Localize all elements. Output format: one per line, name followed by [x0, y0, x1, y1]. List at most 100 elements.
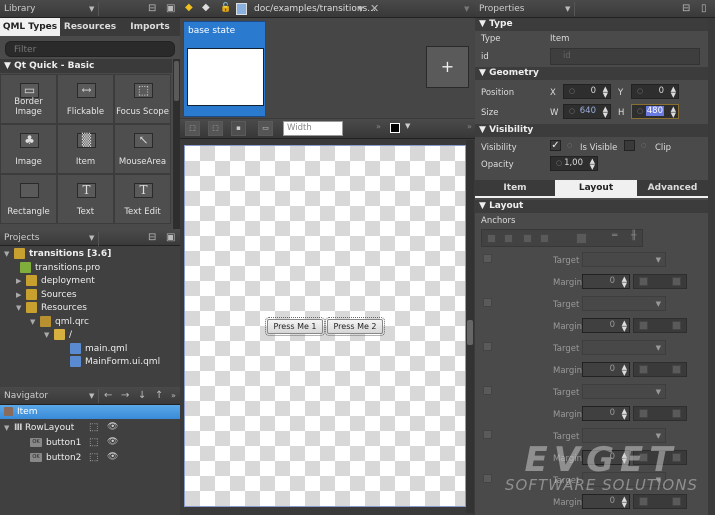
anchor-top-icon[interactable]: [483, 254, 492, 263]
close-pane-icon[interactable]: ▣: [166, 230, 175, 246]
id-input[interactable]: id: [550, 48, 700, 65]
target-combobox[interactable]: ▼: [582, 384, 666, 399]
close-document-icon[interactable]: ✕: [370, 0, 379, 18]
expand-icon[interactable]: ▼: [4, 421, 14, 435]
relation-start-icon[interactable]: [639, 321, 648, 330]
spin-arrows-icon[interactable]: ▲ ▼: [622, 451, 627, 465]
expand-icon[interactable]: ▼: [30, 316, 40, 329]
expand-icon[interactable]: ▼: [16, 302, 26, 315]
visibility-eye-icon[interactable]: 👁: [107, 422, 118, 432]
arrow-left-icon[interactable]: ←: [104, 387, 112, 405]
anchor-hcenter-icon[interactable]: [483, 430, 492, 439]
margin-spinbox[interactable]: 0 ▲ ▼: [582, 318, 630, 333]
binding-dot-icon[interactable]: ○: [637, 105, 643, 118]
show-bounding-icon[interactable]: ▪: [231, 121, 246, 136]
navigator-item-button2[interactable]: OK button2: [30, 451, 81, 465]
margin-spinbox[interactable]: 0 ▲ ▼: [582, 406, 630, 421]
tab-layout[interactable]: Layout: [555, 180, 637, 196]
target-combobox[interactable]: ▼: [582, 472, 666, 487]
margin-spinbox[interactable]: 0 ▲ ▼: [582, 274, 630, 289]
binding-dot-icon[interactable]: ○: [569, 85, 575, 98]
relation-end-icon[interactable]: [672, 497, 681, 506]
close-pane-icon[interactable]: ▯: [701, 0, 707, 18]
target-combobox[interactable]: ▼: [582, 252, 666, 267]
relation-start-icon[interactable]: [639, 409, 648, 418]
spin-arrows-icon[interactable]: ▲ ▼: [671, 85, 676, 99]
tree-item-transitions[interactable]: ▼ transitions [3.6]: [4, 248, 111, 261]
library-item-text-edit[interactable]: T Text Edit: [114, 174, 171, 224]
snap-anchors-icon[interactable]: ⬚: [208, 121, 223, 136]
anchor-top-icon[interactable]: [487, 234, 496, 243]
clip-checkbox[interactable]: [624, 140, 635, 151]
export-icon[interactable]: ⬚: [89, 422, 98, 433]
tab-resources[interactable]: Resources: [60, 18, 120, 36]
spin-arrows-icon[interactable]: ▲ ▼: [603, 105, 608, 119]
lock-icon[interactable]: 🔓: [220, 3, 231, 13]
arrow-up-icon[interactable]: ↑: [155, 387, 163, 405]
chevron-down-icon[interactable]: ▼: [89, 387, 94, 405]
tree-item-deployment[interactable]: ▶ deployment: [16, 275, 95, 288]
chevron-down-icon[interactable]: ▼: [89, 0, 94, 18]
relation-center-icon[interactable]: [655, 497, 664, 506]
anchor-left-icon[interactable]: [483, 342, 492, 351]
scrollbar-thumb[interactable]: [174, 61, 179, 101]
binding-dot-icon[interactable]: ○: [637, 85, 643, 98]
tab-item[interactable]: Item: [475, 180, 555, 196]
back-icon[interactable]: ◆: [185, 2, 193, 13]
relation-center-icon[interactable]: [655, 365, 664, 374]
relation-end-icon[interactable]: [672, 409, 681, 418]
relation-start-icon[interactable]: [639, 497, 648, 506]
section-layout[interactable]: ▼ Layout: [475, 200, 708, 213]
section-type[interactable]: ▼ Type: [475, 18, 708, 31]
library-item-item[interactable]: ▒ Item: [57, 124, 114, 174]
anchor-vcenter-icon[interactable]: [483, 474, 492, 483]
y-spinbox[interactable]: ○ 0 ▲ ▼: [631, 84, 679, 99]
opacity-spinbox[interactable]: ○ 1,00 ▲ ▼: [550, 156, 598, 171]
library-item-focus-scope[interactable]: ⬚ Focus Scope: [114, 74, 171, 124]
navigator-item-rowlayout[interactable]: ▼ Ⅲ RowLayout: [4, 421, 74, 435]
tree-item-qml-qrc[interactable]: ▼ qml.qrc: [30, 316, 89, 329]
relation-center-icon[interactable]: [655, 277, 664, 286]
chevron-down-icon[interactable]: ▼: [89, 230, 94, 246]
height-spinbox[interactable]: ○ 480 ▲ ▼: [631, 104, 679, 119]
expand-icon[interactable]: ▶: [16, 275, 26, 288]
section-geometry[interactable]: ▼ Geometry: [475, 67, 708, 80]
anchor-left-icon[interactable]: [523, 234, 532, 243]
relation-start-icon[interactable]: [639, 277, 648, 286]
library-item-mouse-area[interactable]: ↖ MouseArea: [114, 124, 171, 174]
reset-view-icon[interactable]: ▭: [258, 121, 273, 136]
chevron-down-icon[interactable]: ▼: [405, 122, 410, 130]
binding-dot-icon[interactable]: ○: [556, 157, 562, 170]
more-icon[interactable]: »: [171, 387, 176, 405]
library-title[interactable]: Library: [4, 4, 35, 14]
anchor-right-icon[interactable]: [483, 386, 492, 395]
filter-input[interactable]: Filter: [5, 41, 175, 57]
relation-end-icon[interactable]: [672, 321, 681, 330]
scrollbar-thumb[interactable]: [467, 320, 473, 345]
spin-arrows-icon[interactable]: ▲ ▼: [622, 495, 627, 509]
tree-item-mainform-ui-qml[interactable]: MainForm.ui.qml: [70, 356, 160, 369]
library-item-border-image[interactable]: ▭ Border Image: [0, 74, 57, 124]
background-color-icon[interactable]: [390, 123, 400, 133]
spin-arrows-icon[interactable]: ▲ ▼: [671, 105, 676, 119]
split-icon[interactable]: ⊟: [148, 0, 156, 18]
width-spinbox[interactable]: ○ 640 ▲ ▼: [563, 104, 611, 119]
spin-arrows-icon[interactable]: ▲ ▼: [590, 157, 595, 171]
more-icon[interactable]: »: [376, 122, 381, 131]
design-canvas[interactable]: Press Me 1 Press Me 2: [184, 145, 466, 507]
target-combobox[interactable]: ▼: [582, 340, 666, 355]
export-icon[interactable]: ⬚: [89, 437, 98, 448]
relation-end-icon[interactable]: [672, 277, 681, 286]
properties-scrollbar[interactable]: [708, 18, 715, 515]
arrow-right-icon[interactable]: →: [121, 387, 129, 405]
anchor-right-icon[interactable]: [540, 234, 549, 243]
visibility-eye-icon[interactable]: 👁: [107, 452, 118, 462]
press-me-2-button[interactable]: Press Me 2: [325, 317, 385, 336]
relation-center-icon[interactable]: [655, 409, 664, 418]
binding-dot-icon[interactable]: ○: [641, 142, 646, 149]
forward-icon[interactable]: ◆: [202, 2, 210, 13]
target-combobox[interactable]: ▼: [582, 428, 666, 443]
spin-arrows-icon[interactable]: ▲ ▼: [622, 275, 627, 289]
chevron-down-icon[interactable]: ▼: [464, 0, 469, 18]
tree-item-root-folder[interactable]: ▼ /: [44, 329, 72, 342]
